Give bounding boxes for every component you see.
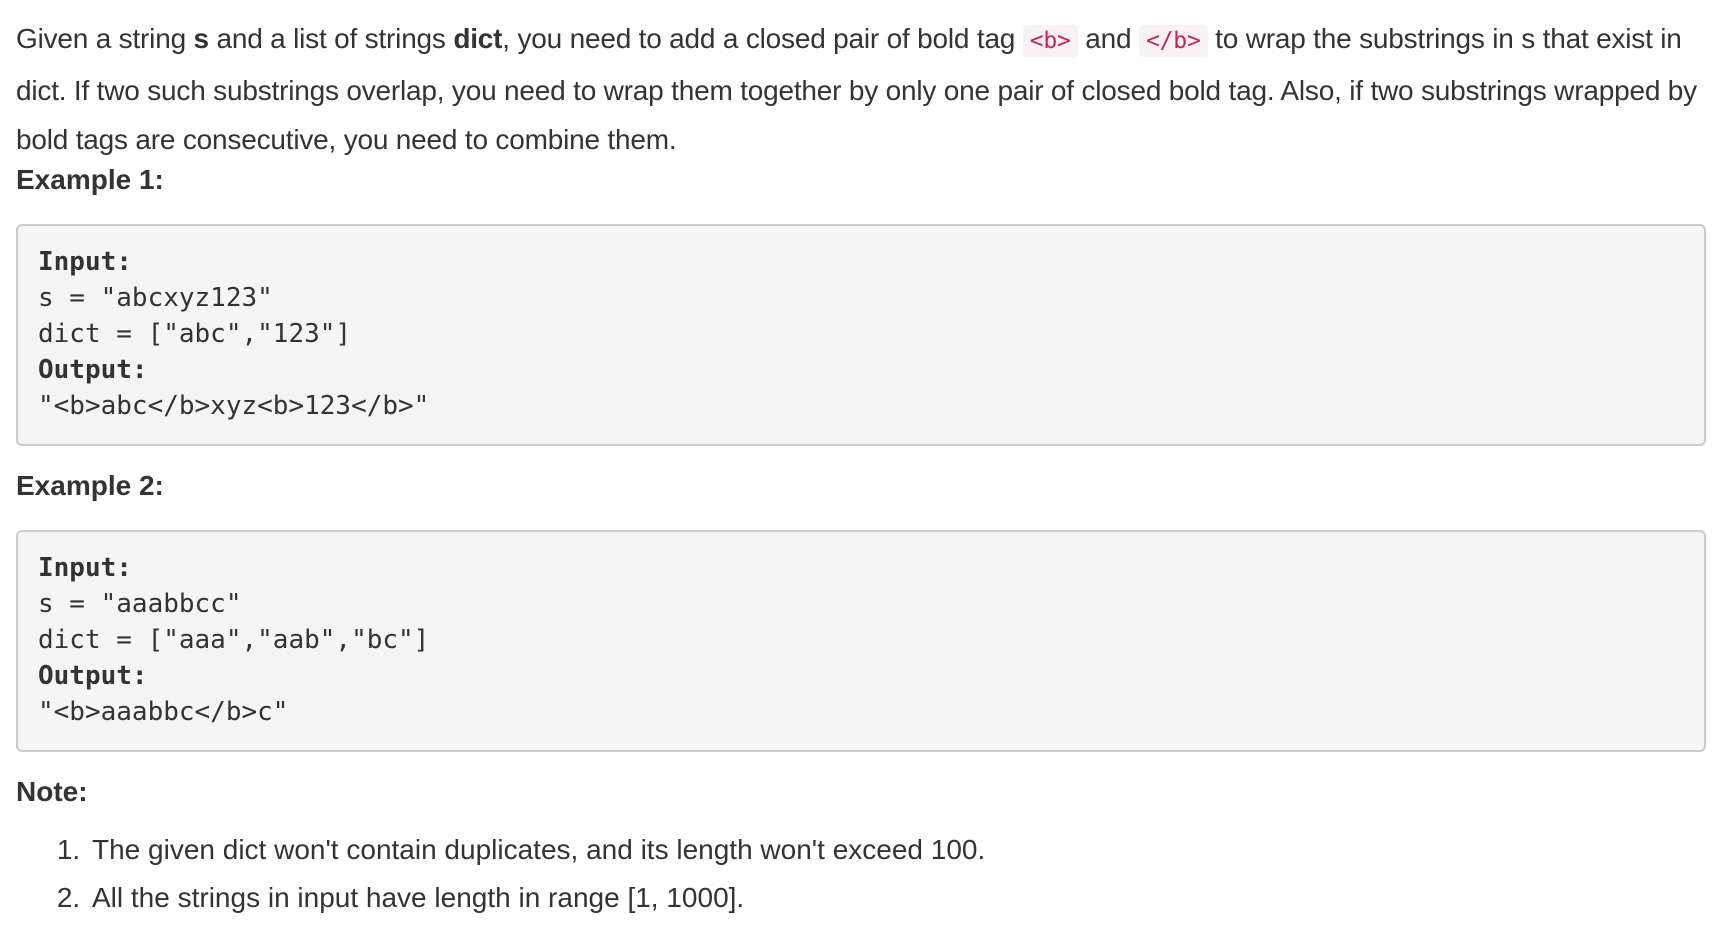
close-tag-code: </b> xyxy=(1139,25,1208,57)
example-1-s-line: s = "abcxyz123" xyxy=(38,283,273,313)
example-2-heading: Example 2: xyxy=(16,470,164,501)
example-2-output-value: "<b>aaabbc</b>c" xyxy=(38,697,289,727)
intro-paragraph: Given a string s and a list of strings d… xyxy=(16,14,1708,164)
example-2-s-line: s = "aaabbcc" xyxy=(38,589,242,619)
intro-text-2: and a list of strings xyxy=(208,23,454,54)
intro-text-4: and xyxy=(1077,23,1139,54)
problem-description: Given a string s and a list of strings d… xyxy=(0,0,1724,922)
example-1-output-label: Output: xyxy=(38,355,148,385)
note-heading: Note: xyxy=(16,776,88,807)
note-item: All the strings in input have length in … xyxy=(88,874,1708,922)
example-1-dict-line: dict = ["abc","123"] xyxy=(38,319,352,349)
example-1-output-value: "<b>abc</b>xyz<b>123</b>" xyxy=(38,391,430,421)
open-tag-code: <b> xyxy=(1022,25,1078,57)
example-2-output-label: Output: xyxy=(38,661,148,691)
note-list: The given dict won't contain duplicates,… xyxy=(16,826,1708,922)
intro-text-3: , you need to add a closed pair of bold … xyxy=(502,23,1023,54)
intro-text-1: Given a string xyxy=(16,23,194,54)
example-1-code-block: Input: s = "abcxyz123" dict = ["abc","12… xyxy=(16,224,1706,446)
example-2-input-label: Input: xyxy=(38,553,132,583)
example-2-dict-line: dict = ["aaa","aab","bc"] xyxy=(38,625,430,655)
intro-s-bold: s xyxy=(193,23,210,54)
intro-dict-bold: dict xyxy=(453,23,503,54)
example-1-heading: Example 1: xyxy=(16,164,164,195)
example-1-input-label: Input: xyxy=(38,247,132,277)
note-item: The given dict won't contain duplicates,… xyxy=(88,826,1708,874)
example-2-code-block: Input: s = "aaabbcc" dict = ["aaa","aab"… xyxy=(16,530,1706,752)
